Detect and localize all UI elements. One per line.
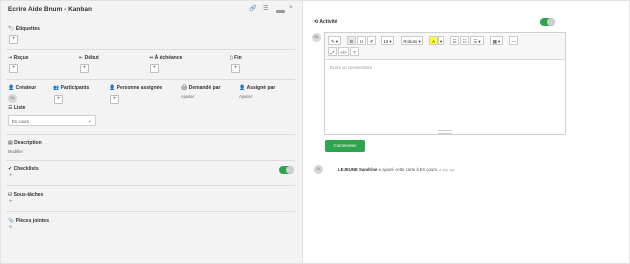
fullscreen-icon[interactable]: ⤢ (328, 47, 337, 56)
description-edit-link[interactable]: Modifier (8, 149, 23, 154)
minimize-icon[interactable] (276, 10, 285, 13)
checklists-title: ✔ Checklists (8, 166, 39, 172)
requested-by-title: 🖨 Demandé par (181, 85, 221, 91)
avatar[interactable]: SL (8, 94, 17, 103)
text-color-button[interactable]: A (429, 36, 438, 45)
comment-input-placeholder[interactable]: Écrire un commentaire (330, 65, 372, 70)
style-dropdown[interactable]: ✎ ▾ (328, 36, 341, 45)
close-icon[interactable]: × (289, 5, 293, 11)
card-header: Ecrire Aide Bnum - Kanban 🔗 ☰ × (1, 1, 302, 19)
activity-title: ⟲ Activité (314, 19, 338, 25)
add-subtask-button[interactable]: + (9, 199, 13, 205)
code-view-button[interactable]: </> (338, 47, 349, 56)
comment-button[interactable]: Commenter (325, 140, 365, 152)
add-attachment-button[interactable]: + (9, 225, 13, 231)
add-checklist-button[interactable]: + (9, 173, 13, 179)
avatar: SL (314, 165, 323, 174)
activity-panel: ⟲ Activité SL ✎ ▾ B U ✐ 13 ▾ Roboto ▾ A … (303, 1, 629, 263)
divider (6, 160, 295, 161)
help-button[interactable]: ? (350, 47, 359, 56)
resize-handle[interactable] (438, 130, 452, 134)
table-dropdown[interactable]: ▦ ▾ (490, 36, 503, 45)
link-icon[interactable]: 🔗 (249, 5, 256, 12)
editor-toolbar: ✎ ▾ B U ✐ 13 ▾ Roboto ▾ A ▾ ☰ ☷ ☰ ▾ ▦ ▾ … (325, 33, 565, 60)
font-size-dropdown[interactable]: 13 ▾ (381, 36, 394, 45)
checklists-toggle[interactable] (279, 166, 294, 174)
activity-text: a ajouté cette carte à En cours. (378, 167, 439, 172)
hamburger-menu-icon[interactable]: ☰ (263, 5, 268, 12)
card-details-window: Ecrire Aide Bnum - Kanban 🔗 ☰ × 🏷 Étique… (0, 0, 630, 264)
end-date-title: ▯ Fin (230, 55, 242, 61)
add-start-date-button[interactable]: + (80, 64, 89, 73)
align-dropdown[interactable]: ☰ ▾ (470, 36, 484, 45)
divider (6, 49, 295, 50)
divider (6, 211, 295, 212)
activity-user[interactable]: LEJEUNE Sandrine (338, 167, 377, 172)
activity-entry: LEJEUNE Sandrine a ajouté cette carte à … (338, 167, 455, 172)
unordered-list-button[interactable]: ☰ (450, 36, 459, 45)
divider (6, 79, 295, 80)
chevron-down-icon: ⌄ (87, 118, 92, 124)
subtasks-title: ⛁ Sous-tâches (8, 192, 44, 198)
bold-button[interactable]: B (347, 36, 356, 45)
received-date-title: ⇥ Reçue (8, 55, 29, 61)
list-select[interactable]: En cours ⌄ (8, 115, 96, 126)
add-participant-button[interactable]: + (54, 95, 63, 104)
card-title[interactable]: Ecrire Aide Bnum - Kanban (8, 6, 92, 13)
assigned-by-title: 👤 Assigné par (239, 85, 276, 91)
comment-editor: ✎ ▾ B U ✐ 13 ▾ Roboto ▾ A ▾ ☰ ☷ ☰ ▾ ▦ ▾ … (324, 32, 566, 135)
assigned-by-add-link[interactable]: Ajouter (239, 94, 252, 99)
divider (6, 185, 295, 186)
assigned-person-title: 👤 Personne assignée (109, 85, 163, 91)
add-end-date-button[interactable]: + (231, 64, 240, 73)
ordered-list-button[interactable]: ☷ (460, 36, 469, 45)
horizontal-rule-button[interactable]: — (509, 36, 518, 45)
activity-time: a day ago (439, 168, 456, 172)
list-select-value: En cours (12, 119, 29, 124)
avatar: SL (312, 33, 321, 42)
eraser-icon[interactable]: ✐ (367, 36, 376, 45)
activity-toggle[interactable] (540, 18, 555, 26)
add-label-button[interactable]: + (9, 35, 18, 44)
add-received-date-button[interactable]: + (9, 64, 18, 73)
add-assignee-button[interactable]: + (110, 95, 119, 104)
due-date-title: ⇴ À échéance (149, 55, 183, 61)
attachments-title: 📎 Pièces jointes (8, 218, 49, 224)
creator-title: 👤 Créateur (8, 85, 37, 91)
divider (6, 134, 295, 135)
labels-title: 🏷 Étiquettes (8, 26, 40, 32)
card-details-panel: Ecrire Aide Bnum - Kanban 🔗 ☰ × 🏷 Étique… (1, 1, 303, 263)
font-name-dropdown[interactable]: Roboto ▾ (401, 36, 423, 45)
underline-button[interactable]: U (357, 36, 366, 45)
add-due-date-button[interactable]: + (150, 64, 159, 73)
description-title: ▤ Description (8, 140, 42, 146)
participants-title: 👥 Participants (53, 85, 90, 91)
start-date-title: ⇤ Début (79, 55, 99, 61)
color-dropdown[interactable]: ▾ (438, 36, 444, 45)
requested-by-add-link[interactable]: Ajouter (181, 94, 194, 99)
list-title: ☰ Liste (8, 105, 26, 111)
